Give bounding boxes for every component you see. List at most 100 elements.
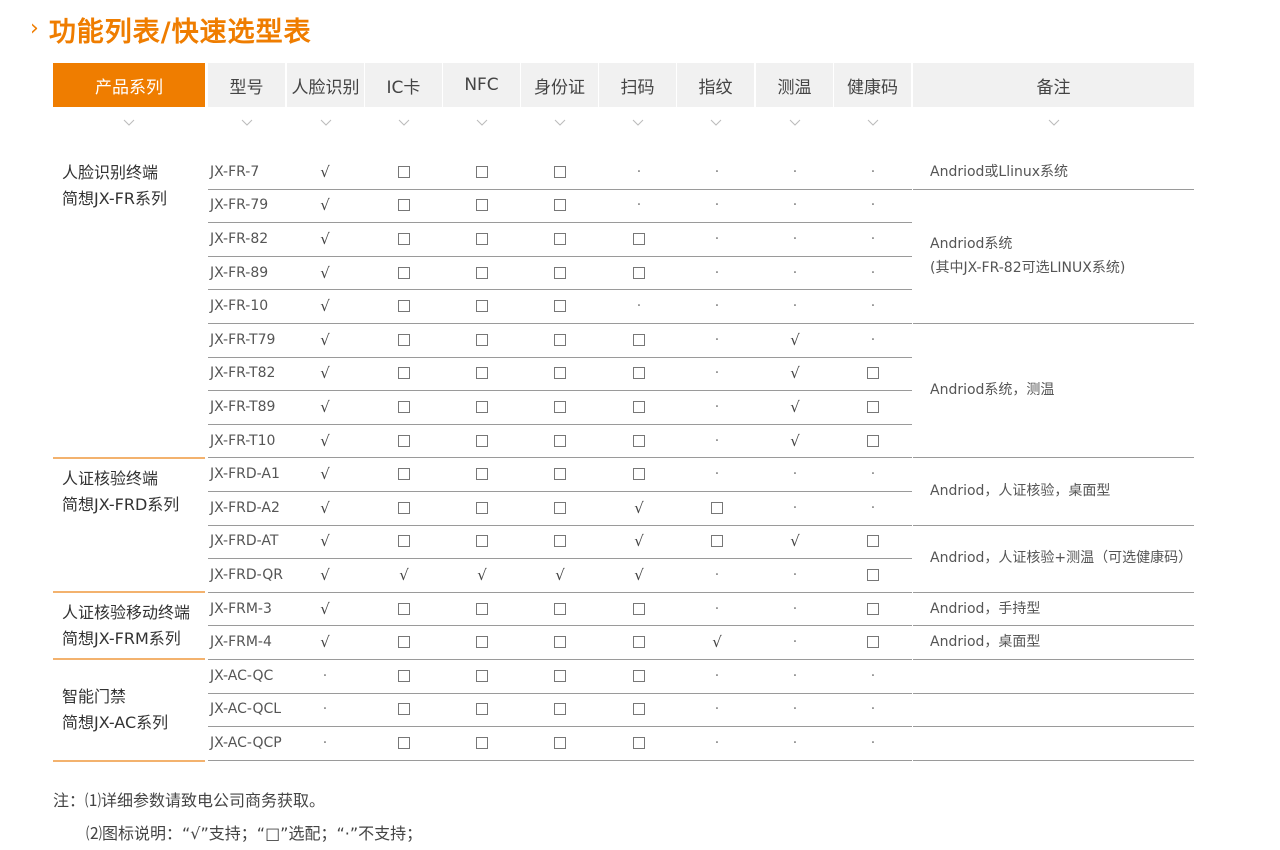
note-divider (913, 188, 1194, 190)
optional-box-icon (398, 232, 410, 245)
check-icon: √ (399, 565, 409, 584)
header-8: 测温 (756, 63, 833, 107)
feature-cell: · (853, 189, 893, 223)
chevron-down-icon[interactable] (632, 119, 644, 127)
dot-icon: · (714, 197, 720, 214)
header-5: 身份证 (521, 63, 598, 107)
chevron-down-icon[interactable] (241, 119, 253, 127)
header-3: IC卡 (365, 63, 442, 107)
feature-cell: √ (305, 625, 345, 659)
feature-cell: · (775, 189, 815, 223)
optional-box-icon (633, 232, 645, 245)
optional-box-icon (398, 501, 410, 514)
optional-box-icon (476, 333, 488, 346)
optional-box-icon (554, 400, 566, 413)
dot-icon: · (714, 365, 720, 382)
footnote-2: ⑵图标说明：“√”支持；“□”选配；“·”不支持； (86, 824, 423, 843)
feature-cell: · (853, 323, 893, 357)
optional-box-icon (476, 232, 488, 245)
check-icon: √ (320, 465, 330, 484)
optional-box-icon (633, 400, 645, 413)
header-1: 型号 (208, 63, 285, 107)
feature-cell: √ (384, 558, 424, 592)
chevron-right-icon: › (30, 16, 39, 41)
dot-icon: · (714, 734, 720, 751)
dot-icon: · (870, 197, 876, 214)
feature-cell (697, 525, 737, 559)
model-cell: JX-FRD-QR (210, 566, 283, 583)
optional-box-icon (633, 367, 645, 380)
dot-icon: · (870, 701, 876, 718)
optional-box-icon (554, 669, 566, 682)
note-line: Andriod，桌面型 (930, 634, 1041, 651)
feature-cell (540, 592, 580, 626)
feature-cell: · (697, 222, 737, 256)
model-cell: JX-FR-T79 (210, 331, 276, 348)
feature-cell: √ (775, 390, 815, 424)
dot-icon: · (870, 230, 876, 247)
dot-icon: · (792, 499, 798, 516)
chevron-down-icon[interactable] (123, 119, 135, 127)
dot-icon: · (714, 264, 720, 281)
dot-icon: · (792, 197, 798, 214)
optional-box-icon (398, 165, 410, 178)
feature-cell (462, 390, 502, 424)
feature-cell (462, 525, 502, 559)
feature-cell (462, 155, 502, 189)
feature-cell: √ (305, 155, 345, 189)
feature-cell: √ (540, 558, 580, 592)
check-icon: √ (790, 364, 800, 383)
feature-cell: √ (775, 357, 815, 391)
model-cell: JX-FRD-A1 (210, 466, 280, 483)
feature-cell (462, 693, 502, 727)
dot-icon: · (322, 701, 328, 718)
feature-cell: · (305, 726, 345, 760)
dot-icon: · (714, 398, 720, 415)
feature-cell: · (697, 592, 737, 626)
optional-box-icon (476, 400, 488, 413)
optional-box-icon (476, 501, 488, 514)
optional-box-icon (867, 367, 879, 380)
feature-cell: · (775, 256, 815, 290)
model-cell: JX-AC-QC (210, 667, 274, 684)
feature-cell: √ (305, 357, 345, 391)
check-icon: √ (634, 565, 644, 584)
dot-icon: · (792, 466, 798, 483)
optional-box-icon (554, 266, 566, 279)
dot-icon: · (322, 734, 328, 751)
feature-cell (462, 289, 502, 323)
chevron-down-icon[interactable] (476, 119, 488, 127)
feature-cell: · (305, 659, 345, 693)
feature-cell (853, 592, 893, 626)
chevron-down-icon[interactable] (867, 119, 879, 127)
dot-icon: · (714, 298, 720, 315)
feature-cell (384, 525, 424, 559)
chevron-down-icon[interactable] (398, 119, 410, 127)
optional-box-icon (867, 568, 879, 581)
header-7: 指纹 (677, 63, 754, 107)
optional-box-icon (398, 333, 410, 346)
chevron-down-icon[interactable] (1048, 119, 1060, 127)
note-divider (913, 457, 1194, 459)
model-cell: JX-FRM-3 (210, 600, 272, 617)
note-divider (913, 524, 1194, 526)
optional-box-icon (398, 703, 410, 716)
optional-box-icon (398, 199, 410, 212)
feature-cell: √ (305, 222, 345, 256)
optional-box-icon (633, 703, 645, 716)
optional-box-icon (476, 165, 488, 178)
note-cell: Andriod，人证核验，桌面型 (930, 479, 1110, 503)
chevron-down-icon[interactable] (320, 119, 332, 127)
feature-cell (619, 424, 659, 458)
chevron-down-icon[interactable] (710, 119, 722, 127)
chevron-down-icon[interactable] (554, 119, 566, 127)
series-label: 人证核验移动终端 简想JX-FRM系列 (62, 600, 190, 652)
optional-box-icon (398, 602, 410, 615)
feature-cell (462, 457, 502, 491)
chevron-down-icon[interactable] (789, 119, 801, 127)
feature-cell: · (853, 693, 893, 727)
dot-icon: · (714, 566, 720, 583)
feature-cell (853, 558, 893, 592)
dot-icon: · (714, 163, 720, 180)
model-cell: JX-AC-QCP (210, 734, 282, 751)
